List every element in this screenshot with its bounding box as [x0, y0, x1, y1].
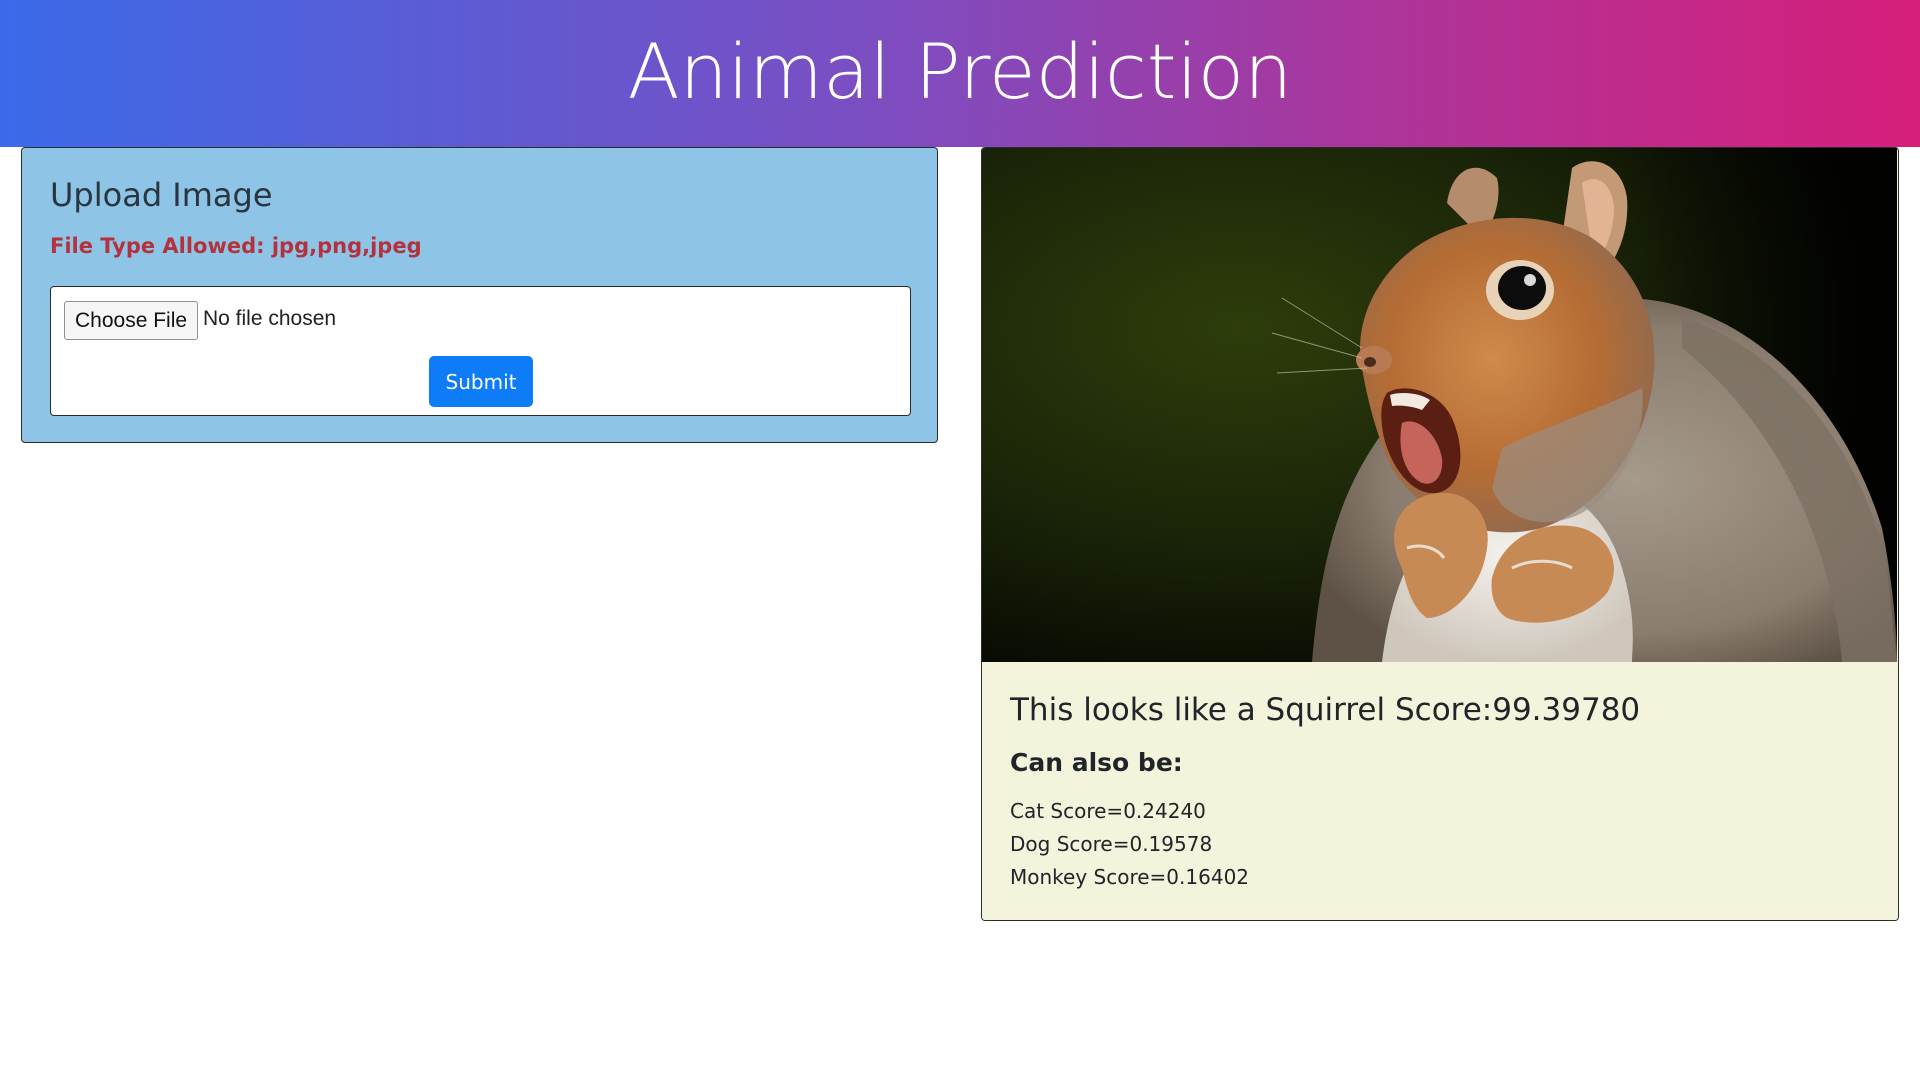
alternatives-list: Cat Score=0.24240 Dog Score=0.19578 Monk… [1010, 795, 1249, 894]
alternative-item: Dog Score=0.19578 [1010, 832, 1213, 856]
alternatives-heading: Can also be: [1010, 748, 1183, 777]
file-type-note: File Type Allowed: jpg,png,jpeg [50, 234, 422, 258]
upload-title: Upload Image [50, 176, 273, 214]
result-body: This looks like a Squirrel Score:99.3978… [982, 662, 1897, 920]
page-header: Animal Prediction [0, 0, 1920, 147]
page-title: Animal Prediction [627, 27, 1293, 116]
upload-card: Upload Image File Type Allowed: jpg,png,… [21, 147, 938, 443]
upload-form: Choose File No file chosen Submit [50, 286, 911, 416]
alternative-item: Cat Score=0.24240 [1010, 799, 1206, 823]
no-file-chosen-text: No file chosen [203, 307, 337, 330]
result-card: This looks like a Squirrel Score:99.3978… [981, 147, 1899, 921]
squirrel-photo [982, 148, 1897, 662]
choose-file-button[interactable]: Choose File [64, 301, 199, 340]
submit-button[interactable]: Submit [429, 356, 533, 407]
prediction-result: This looks like a Squirrel Score:99.3978… [1010, 692, 1641, 728]
alternative-item: Monkey Score=0.16402 [1010, 865, 1250, 889]
